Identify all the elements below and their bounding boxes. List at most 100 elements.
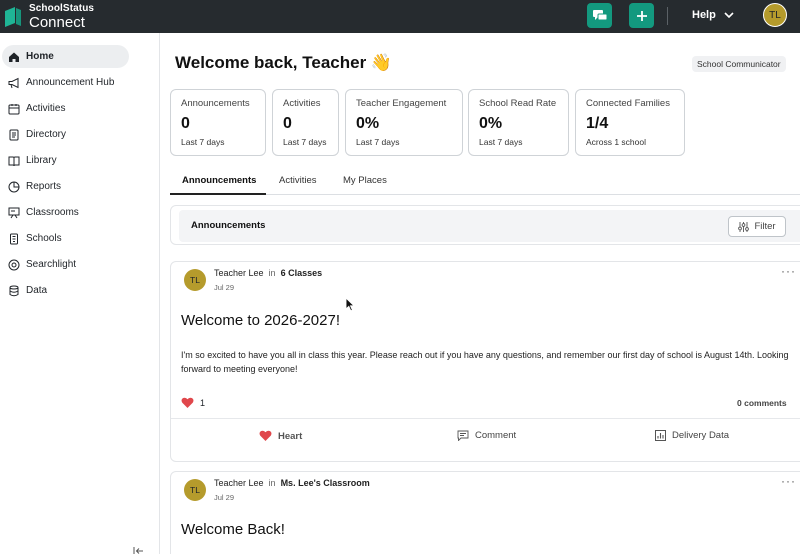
- sidebar-item-home[interactable]: Home: [2, 45, 129, 68]
- post-date: Jul 29: [214, 283, 235, 292]
- post-body: I'm so excited to have you all in class …: [181, 350, 789, 374]
- announcement-post: TL Teacher Lee in Ms. Lee's Classroom Jul …: [170, 471, 800, 554]
- heart-icon: [259, 430, 272, 441]
- post-title: Welcome Back!: [181, 521, 285, 538]
- audience-name[interactable]: Ms. Lee's Classroom: [281, 478, 370, 488]
- top-bar: SchoolStatus Connect Help TL: [0, 0, 800, 33]
- comment-icon: [457, 430, 469, 441]
- stat-subtitle: Last 7 days: [479, 137, 523, 147]
- more-icon: ···: [781, 474, 796, 488]
- main-content: Welcome back, Teacher 👋 School Communica…: [160, 33, 800, 554]
- help-label: Help: [692, 9, 716, 21]
- stat-title: Teacher Engagement: [356, 98, 447, 109]
- stat-card-teacher-engagement[interactable]: Teacher Engagement 0% Last 7 days: [345, 89, 463, 156]
- bar-chart-icon: [655, 430, 666, 441]
- stat-subtitle: Last 7 days: [181, 137, 225, 147]
- more-options-button[interactable]: ···: [781, 264, 796, 278]
- sidebar-item-announcement-hub[interactable]: Announcement Hub: [2, 71, 129, 94]
- filter-icon: [738, 221, 750, 232]
- post-title: Welcome to 2026-2027!: [181, 312, 340, 329]
- more-options-button[interactable]: ···: [781, 474, 796, 488]
- page-title: Welcome back, Teacher 👋: [175, 53, 393, 72]
- pie-chart-icon: [8, 181, 20, 192]
- stat-card-school-read-rate[interactable]: School Read Rate 0% Last 7 days: [468, 89, 569, 156]
- sidebar-item-data[interactable]: Data: [2, 279, 129, 302]
- sidebar-item-schools[interactable]: Schools: [2, 227, 129, 250]
- mouse-cursor-icon: [345, 297, 355, 312]
- searchlight-icon: [8, 259, 20, 270]
- delivery-data-label: Delivery Data: [672, 430, 730, 441]
- sidebar-item-classrooms[interactable]: Classrooms: [2, 201, 129, 224]
- author-avatar[interactable]: TL: [184, 269, 206, 291]
- sidebar-item-activities[interactable]: Activities: [2, 97, 129, 120]
- sidebar-item-label: Schools: [26, 233, 62, 244]
- heart-button[interactable]: Heart: [259, 430, 302, 442]
- sidebar-item-label: Announcement Hub: [26, 77, 115, 88]
- comments-count[interactable]: 0 comments: [737, 398, 787, 408]
- chat-icon: [592, 9, 607, 20]
- reaction-summary: 1: [181, 397, 205, 409]
- plus-icon: [636, 10, 647, 21]
- sidebar-item-label: Activities: [26, 103, 66, 114]
- delivery-data-button[interactable]: Delivery Data: [655, 430, 729, 441]
- sidebar-item-reports[interactable]: Reports: [2, 175, 129, 198]
- classroom-icon: [8, 207, 20, 218]
- brand-logo[interactable]: SchoolStatus Connect: [4, 2, 95, 31]
- post-date: Jul 29: [214, 493, 235, 502]
- brand-product: Connect: [29, 13, 85, 31]
- calendar-icon: [8, 103, 20, 114]
- stat-value: 1/4: [586, 115, 609, 132]
- more-icon: ···: [781, 264, 796, 278]
- chevron-down-icon: [724, 12, 734, 18]
- comment-button[interactable]: Comment: [457, 430, 516, 441]
- post-meta: Teacher Lee in Ms. Lee's Classroom: [214, 478, 370, 488]
- stat-card-connected-families[interactable]: Connected Families 1/4 Across 1 school: [575, 89, 685, 156]
- sidebar-item-directory[interactable]: Directory: [2, 123, 129, 146]
- heart-icon: [181, 397, 194, 408]
- heart-label: Heart: [278, 430, 303, 442]
- author-avatar[interactable]: TL: [184, 479, 206, 501]
- create-button[interactable]: [629, 3, 654, 28]
- tab-activities[interactable]: Activities: [279, 175, 316, 186]
- tab-my-places[interactable]: My Places: [343, 175, 387, 186]
- book-icon: [8, 156, 20, 166]
- in-label: in: [268, 478, 276, 488]
- filter-button[interactable]: Filter: [728, 216, 786, 237]
- collapse-sidebar-button[interactable]: [133, 543, 145, 554]
- topbar-divider: [667, 7, 668, 25]
- help-menu[interactable]: Help: [692, 9, 734, 21]
- announcement-post: TL Teacher Lee in 6 Classes Jul 29 ··· Wel…: [170, 261, 800, 462]
- author-name[interactable]: Teacher Lee: [214, 478, 264, 488]
- messages-button[interactable]: [587, 3, 612, 28]
- sidebar-item-library[interactable]: Library: [2, 149, 129, 172]
- stat-card-announcements[interactable]: Announcements 0 Last 7 days: [170, 89, 266, 156]
- feed-tabs: Announcements Activities My Places: [170, 165, 800, 195]
- stat-card-activities[interactable]: Activities 0 Last 7 days: [272, 89, 339, 156]
- brand-name: SchoolStatus: [29, 2, 95, 14]
- sidebar-item-label: Library: [26, 155, 57, 166]
- sidebar-item-searchlight[interactable]: Searchlight: [2, 253, 129, 276]
- sidebar-item-label: Directory: [26, 129, 67, 140]
- in-label: in: [268, 268, 276, 278]
- database-icon: [9, 285, 19, 296]
- announcements-panel: Announcements Filter: [170, 205, 800, 245]
- comment-label: Comment: [475, 430, 517, 441]
- panel-title: Announcements: [191, 220, 266, 231]
- directory-icon: [9, 129, 19, 140]
- collapse-icon: [133, 547, 143, 554]
- sidebar-item-label: Classrooms: [26, 207, 79, 218]
- tab-announcements[interactable]: Announcements: [182, 175, 256, 186]
- filter-label: Filter: [754, 221, 776, 232]
- announcements-header: Announcements Filter: [179, 210, 800, 242]
- user-avatar[interactable]: TL: [763, 3, 787, 27]
- sidebar: Home Announcement Hub Activities Directo…: [0, 33, 160, 554]
- post-meta: Teacher Lee in 6 Classes: [214, 268, 322, 278]
- heart-count: 1: [200, 398, 206, 408]
- stat-value: 0: [181, 115, 190, 132]
- audience-name[interactable]: 6 Classes: [281, 268, 323, 278]
- stat-value: 0: [283, 115, 292, 132]
- sidebar-item-label: Reports: [26, 181, 62, 192]
- author-name[interactable]: Teacher Lee: [214, 268, 264, 278]
- stat-value: 0%: [479, 115, 503, 132]
- active-tab-indicator: [170, 193, 266, 195]
